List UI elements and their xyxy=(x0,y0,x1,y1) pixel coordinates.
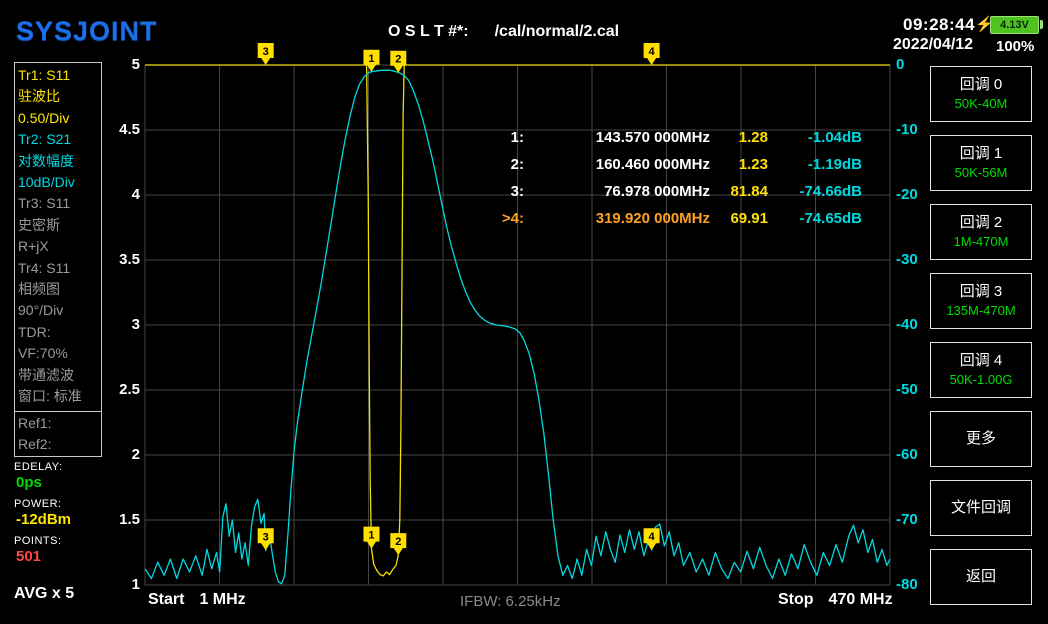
marker-frequency: 160.460 000MHz xyxy=(595,156,710,173)
menu-button-label: 回调 4 xyxy=(959,352,1003,369)
menu-button-label: 回调 1 xyxy=(959,145,1003,162)
stop-frequency: 470 MHz xyxy=(828,591,893,608)
marker-db-value: -1.19dB xyxy=(807,156,862,173)
marker-flag-1[interactable]: 1 xyxy=(363,526,380,549)
marker-flag-number: 4 xyxy=(649,531,656,543)
marker-swr-value: 1.23 xyxy=(738,156,768,173)
menu-button-label: 回调 2 xyxy=(959,214,1003,231)
menu-button-range: 50K-56M xyxy=(954,165,1008,180)
sweep-stop-label[interactable]: Stop 470 MHz xyxy=(778,591,893,609)
left-axis-tick: 4.5 xyxy=(119,121,140,138)
marker-row-3: 3: 76.978 000MHz 81.84 -74.66dB xyxy=(494,178,862,205)
marker-db-value: -74.66dB xyxy=(799,183,862,200)
menu-button-label: 更多 xyxy=(965,430,996,447)
marker-row-label: 3: xyxy=(510,183,524,200)
menu-button-6[interactable]: 文件回调 xyxy=(930,480,1032,536)
marker-frequency: 319.920 000MHz xyxy=(595,210,710,227)
left-axis-tick: 2 xyxy=(131,446,140,463)
menu-button-label: 返回 xyxy=(965,568,996,585)
marker-flag-number: 3 xyxy=(263,46,269,58)
marker-row-4: >4: 319.920 000MHz 69.91 -74.65dB xyxy=(494,205,862,232)
marker-flag-number: 1 xyxy=(368,530,374,542)
start-word: Start xyxy=(148,591,185,608)
marker-db-value: -74.65dB xyxy=(799,210,862,227)
menu-button-2[interactable]: 回调 2 1M-470M xyxy=(930,204,1032,260)
start-frequency: 1 MHz xyxy=(199,591,246,608)
marker-row-label: 1: xyxy=(510,129,524,146)
marker-flag-2[interactable]: 2 xyxy=(390,533,407,556)
marker-row-label: 2: xyxy=(510,156,524,173)
marker-flag-3[interactable]: 3 xyxy=(257,43,274,65)
left-axis-tick: 3.5 xyxy=(119,251,140,268)
menu-button-3[interactable]: 回调 3 135M-470M xyxy=(930,273,1032,329)
menu-button-4[interactable]: 回调 4 50K-1.00G xyxy=(930,342,1032,398)
marker-flag-4[interactable]: 4 xyxy=(643,43,660,65)
menu-button-0[interactable]: 回调 0 50K-40M xyxy=(930,66,1032,122)
menu-button-label: 文件回调 xyxy=(950,499,1011,516)
menu-button-1[interactable]: 回调 1 50K-56M xyxy=(930,135,1032,191)
marker-readout-table: 1: 143.570 000MHz 1.28 -1.04dB 2: 160.460 000… xyxy=(494,124,862,232)
left-axis-tick: 2.5 xyxy=(119,381,140,398)
left-axis-tick: 4 xyxy=(131,186,140,203)
marker-swr-value: 69.91 xyxy=(730,210,768,227)
marker-swr-value: 81.84 xyxy=(730,183,768,200)
menu-button-7[interactable]: 返回 xyxy=(930,549,1032,605)
menu-button-range: 1M-470M xyxy=(953,234,1009,249)
sweep-start-label[interactable]: Start 1 MHz xyxy=(148,591,246,609)
marker-flag-number: 2 xyxy=(395,536,401,548)
marker-flag-number: 4 xyxy=(649,46,656,58)
menu-button-range: 50K-1.00G xyxy=(949,372,1013,387)
left-axis-tick: 1 xyxy=(131,576,140,593)
stop-word: Stop xyxy=(778,591,814,608)
menu-button-label: 回调 3 xyxy=(959,283,1003,300)
marker-row-1: 1: 143.570 000MHz 1.28 -1.04dB xyxy=(494,124,862,151)
vna-screen: SYSJOINT O S L T #*:/cal/normal/2.cal 09… xyxy=(0,0,1048,624)
menu-button-range: 50K-40M xyxy=(954,96,1008,111)
left-axis-tick: 3 xyxy=(131,316,140,333)
menu-panel: 回调 0 50K-40M 回调 1 50K-56M 回调 2 1M-470M 回调 3 135… xyxy=(930,66,1032,618)
marker-db-value: -1.04dB xyxy=(807,129,862,146)
marker-flag-number: 1 xyxy=(368,53,374,65)
marker-frequency: 143.570 000MHz xyxy=(595,129,710,146)
ifbw-label: IFBW: 6.25kHz xyxy=(460,593,561,610)
menu-button-5[interactable]: 更多 xyxy=(930,411,1032,467)
marker-frequency: 76.978 000MHz xyxy=(604,183,710,200)
marker-flag-1[interactable]: 1 xyxy=(363,49,380,72)
left-axis-tick: 1.5 xyxy=(119,511,140,528)
marker-row-2: 2: 160.460 000MHz 1.23 -1.19dB xyxy=(494,151,862,178)
menu-button-label: 回调 0 xyxy=(959,76,1003,93)
marker-row-label: >4: xyxy=(501,210,524,227)
menu-button-range: 135M-470M xyxy=(946,303,1016,318)
marker-flag-number: 2 xyxy=(395,54,401,66)
marker-flag-number: 3 xyxy=(263,531,269,543)
left-axis-tick: 5 xyxy=(131,56,140,73)
marker-swr-value: 1.28 xyxy=(738,129,768,146)
chart-plot[interactable]: 1 1 2 2 3 3 4 4 xyxy=(0,0,1048,624)
